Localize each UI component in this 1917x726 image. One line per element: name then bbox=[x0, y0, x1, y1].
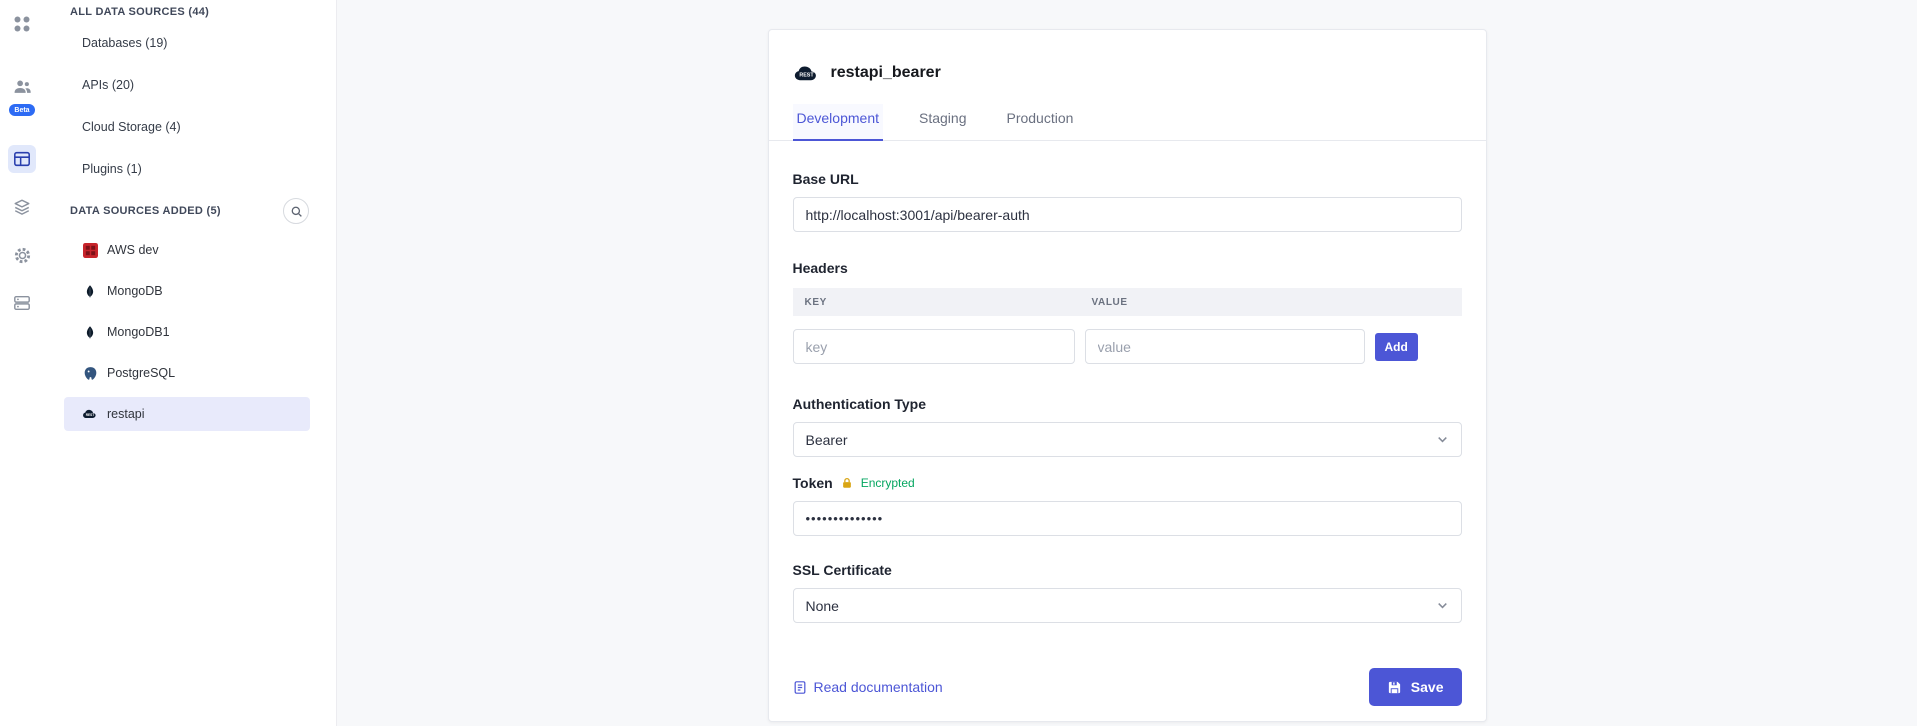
document-icon bbox=[793, 680, 807, 695]
datasource-title: restapi_bearer bbox=[831, 64, 941, 82]
headers-table-head: KEY VALUE bbox=[793, 288, 1462, 316]
base-url-input[interactable] bbox=[793, 197, 1462, 232]
ssl-certificate-value: None bbox=[806, 598, 839, 614]
datasource-label: MongoDB1 bbox=[107, 325, 170, 339]
all-datasources-header: ALL DATA SOURCES (44) bbox=[44, 2, 336, 22]
added-datasources-header: DATA SOURCES ADDED (5) bbox=[44, 201, 221, 221]
mongodb-icon bbox=[82, 283, 98, 299]
header-key-input[interactable] bbox=[793, 329, 1075, 364]
token-input[interactable] bbox=[793, 501, 1462, 536]
key-column-header: KEY bbox=[793, 297, 1092, 308]
app-window: Beta ALL DATA SOURCES (44) Databases (19… bbox=[0, 0, 1917, 726]
users-icon[interactable] bbox=[8, 72, 36, 100]
people-icon bbox=[13, 77, 32, 96]
sidebar-item-plugins[interactable]: Plugins (1) bbox=[44, 148, 336, 190]
datasource-label: AWS dev bbox=[107, 243, 159, 257]
server-icon bbox=[13, 294, 31, 312]
header-value-input[interactable] bbox=[1085, 329, 1365, 364]
card-header: REST restapi_bearer bbox=[793, 30, 1462, 88]
chevron-down-icon bbox=[1436, 599, 1449, 612]
icon-rail: Beta bbox=[0, 0, 44, 726]
tab-development[interactable]: Development bbox=[793, 104, 884, 141]
added-header-row: DATA SOURCES ADDED (5) bbox=[44, 194, 336, 228]
environment-tabs: Development Staging Production bbox=[769, 104, 1486, 141]
auth-type-select[interactable]: Bearer bbox=[793, 422, 1462, 457]
read-documentation-label: Read documentation bbox=[814, 679, 943, 695]
ssl-certificate-select[interactable]: None bbox=[793, 588, 1462, 623]
storage-nav-icon[interactable] bbox=[8, 289, 36, 317]
settings-nav-icon[interactable] bbox=[8, 241, 36, 269]
value-column-header: VALUE bbox=[1092, 297, 1128, 308]
datasource-item-aws-dev[interactable]: AWS dev bbox=[64, 233, 310, 267]
svg-text:REST: REST bbox=[799, 72, 814, 78]
datasource-label: MongoDB bbox=[107, 284, 163, 298]
gear-icon bbox=[13, 246, 32, 265]
datasource-item-mongodb1[interactable]: MongoDB1 bbox=[64, 315, 310, 349]
restapi-icon: REST bbox=[82, 406, 98, 422]
sidebar-item-databases[interactable]: Databases (19) bbox=[44, 22, 336, 64]
postgresql-icon bbox=[82, 365, 98, 381]
search-button[interactable] bbox=[283, 198, 309, 224]
datasources-sidebar: ALL DATA SOURCES (44) Databases (19) API… bbox=[44, 0, 337, 726]
datasource-label: PostgreSQL bbox=[107, 366, 175, 380]
datasources-nav-icon[interactable] bbox=[8, 145, 36, 173]
tab-production[interactable]: Production bbox=[1002, 104, 1077, 141]
save-icon bbox=[1387, 680, 1402, 695]
encrypted-badge: Encrypted bbox=[861, 476, 915, 490]
added-datasource-list: AWS dev MongoDB MongoDB1 PostgreSQL bbox=[44, 233, 336, 431]
datasource-config-card: REST restapi_bearer Development Staging … bbox=[768, 29, 1487, 722]
apps-grid-icon[interactable] bbox=[8, 10, 36, 38]
table-icon bbox=[13, 150, 31, 168]
restapi-icon: REST bbox=[793, 65, 820, 82]
ssl-certificate-label: SSL Certificate bbox=[793, 560, 1462, 580]
main-area: REST restapi_bearer Development Staging … bbox=[337, 0, 1917, 726]
mongodb-icon bbox=[82, 324, 98, 340]
grid-icon bbox=[13, 15, 31, 33]
layers-nav-icon[interactable] bbox=[8, 193, 36, 221]
chevron-down-icon bbox=[1436, 433, 1449, 446]
save-button-label: Save bbox=[1411, 679, 1444, 695]
svg-text:REST: REST bbox=[86, 413, 95, 417]
headers-label: Headers bbox=[793, 258, 1462, 278]
headers-input-row: Add bbox=[793, 329, 1462, 364]
save-button[interactable]: Save bbox=[1369, 668, 1462, 706]
search-icon bbox=[290, 205, 303, 218]
datasource-item-postgresql[interactable]: PostgreSQL bbox=[64, 356, 310, 390]
sidebar-item-cloud-storage[interactable]: Cloud Storage (4) bbox=[44, 106, 336, 148]
datasource-item-mongodb[interactable]: MongoDB bbox=[64, 274, 310, 308]
auth-type-value: Bearer bbox=[806, 432, 848, 448]
base-url-label: Base URL bbox=[793, 169, 1462, 189]
token-label: Token bbox=[793, 473, 833, 493]
datasource-item-restapi[interactable]: REST restapi bbox=[64, 397, 310, 431]
auth-type-label: Authentication Type bbox=[793, 394, 1462, 414]
add-header-button[interactable]: Add bbox=[1375, 333, 1418, 361]
layers-icon bbox=[13, 198, 31, 216]
tab-staging[interactable]: Staging bbox=[915, 104, 970, 141]
token-label-row: Token Encrypted bbox=[793, 473, 1462, 493]
datasource-label: restapi bbox=[107, 407, 145, 421]
lock-icon bbox=[841, 477, 853, 489]
read-documentation-link[interactable]: Read documentation bbox=[793, 679, 943, 695]
sidebar-item-apis[interactable]: APIs (20) bbox=[44, 64, 336, 106]
card-footer: Read documentation Save bbox=[793, 668, 1462, 706]
beta-badge: Beta bbox=[9, 104, 34, 116]
aws-icon bbox=[82, 242, 98, 258]
